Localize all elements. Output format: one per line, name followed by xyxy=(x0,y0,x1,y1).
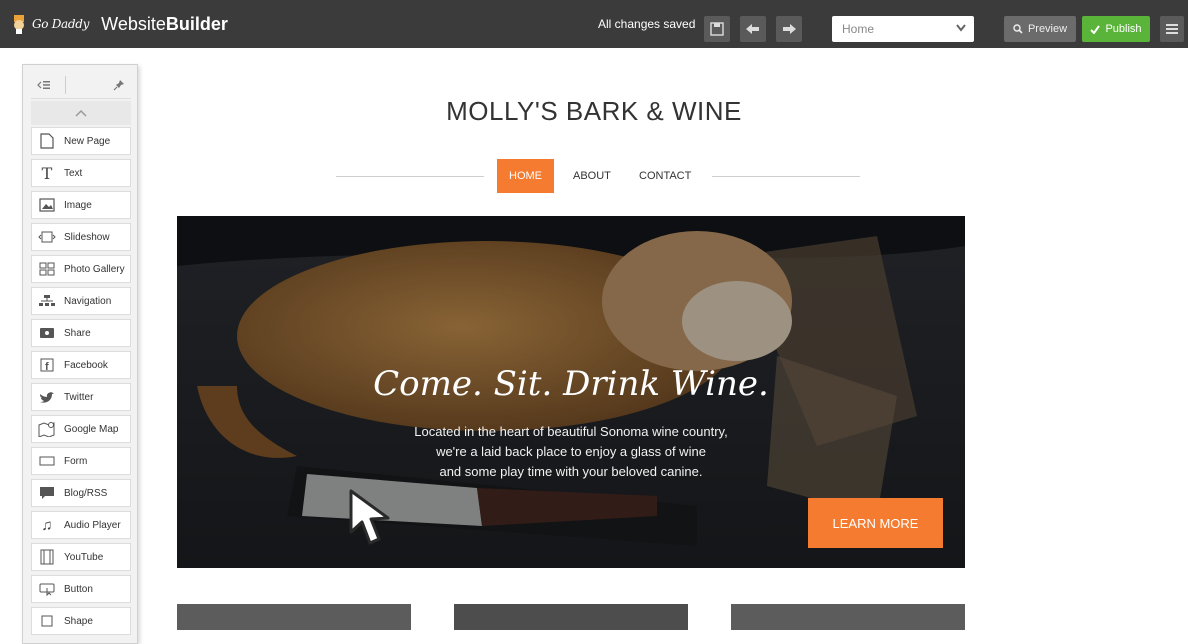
widget-label: Google Map xyxy=(64,423,119,435)
menu-button[interactable] xyxy=(1160,16,1184,42)
image-icon xyxy=(38,197,56,213)
widget-label: Navigation xyxy=(64,295,112,307)
slideshow-icon xyxy=(38,229,56,245)
widget-label: New Page xyxy=(64,135,111,147)
widget-label: Shape xyxy=(64,615,93,627)
publish-button[interactable]: Publish xyxy=(1082,16,1150,42)
page-selector[interactable]: Home xyxy=(832,16,974,42)
product-name-bold: Builder xyxy=(165,13,228,34)
save-status: All changes saved xyxy=(598,17,696,31)
widget-label: YouTube xyxy=(64,551,104,563)
widget-label: Blog/RSS xyxy=(64,487,108,499)
nav-home[interactable]: HOME xyxy=(497,159,554,193)
form-icon xyxy=(38,453,56,469)
hero-banner[interactable]: Come. Sit. Drink Wine. Located in the he… xyxy=(177,216,965,568)
hero-line-1: Located in the heart of beautiful Sonoma… xyxy=(414,424,728,439)
redo-button[interactable] xyxy=(776,16,802,42)
widget-facebook[interactable]: f Facebook xyxy=(31,351,131,379)
nav-contact[interactable]: CONTACT xyxy=(639,170,691,182)
shape-icon xyxy=(38,613,56,629)
new-page-icon xyxy=(38,133,56,149)
widget-label: Button xyxy=(64,583,93,595)
nav-rule-right xyxy=(712,176,860,177)
widget-youtube[interactable]: YouTube xyxy=(31,543,131,571)
widget-label: Photo Gallery xyxy=(64,263,125,275)
panel-header xyxy=(31,71,131,99)
hero-line-2: we're a laid back place to enjoy a glass… xyxy=(436,444,706,459)
godaddy-wordmark: Go Daddy xyxy=(32,17,90,31)
publish-label: Publish xyxy=(1105,23,1142,35)
chevron-down-icon xyxy=(956,24,966,32)
widget-label: Audio Player xyxy=(64,519,121,531)
hamburger-icon xyxy=(1166,24,1178,34)
widget-twitter[interactable]: Twitter xyxy=(31,383,131,411)
widget-label: Image xyxy=(64,199,92,211)
button-icon xyxy=(38,581,56,597)
panel-divider xyxy=(65,75,66,94)
blog-icon xyxy=(38,485,56,501)
widget-image[interactable]: Image xyxy=(31,191,131,219)
photo-gallery-icon xyxy=(38,261,56,277)
preview-button[interactable]: Preview xyxy=(1004,16,1076,42)
checkmark-icon xyxy=(1090,24,1101,34)
content-thumbnail-2[interactable] xyxy=(454,604,688,630)
nav-about[interactable]: ABOUT xyxy=(573,170,611,182)
godaddy-logo[interactable]: Go Daddy WebsiteBuilder xyxy=(10,12,228,36)
widget-button[interactable]: Button xyxy=(31,575,131,603)
hero-description[interactable]: Located in the heart of beautiful Sonoma… xyxy=(177,422,965,482)
widget-navigation[interactable]: Navigation xyxy=(31,287,131,315)
widget-new-page[interactable]: New Page xyxy=(31,127,131,155)
widget-blog-rss[interactable]: Blog/RSS xyxy=(31,479,131,507)
editor-toolbar: Go Daddy WebsiteBuilder All changes save… xyxy=(0,0,1188,48)
save-button[interactable] xyxy=(704,16,730,42)
svg-text:f: f xyxy=(45,361,49,372)
audio-icon: ♫ xyxy=(41,516,53,534)
collapse-panel-icon[interactable] xyxy=(37,79,51,91)
widget-label: Facebook xyxy=(64,359,108,371)
widget-shape[interactable]: Shape xyxy=(31,607,131,635)
undo-button[interactable] xyxy=(740,16,766,42)
pin-icon[interactable] xyxy=(113,79,125,91)
widget-label: Text xyxy=(64,167,83,179)
product-name-light: Website xyxy=(101,13,166,34)
nav-rule-left xyxy=(336,176,484,177)
learn-more-button[interactable]: LEARN MORE xyxy=(808,498,943,548)
save-icon xyxy=(710,22,724,36)
share-icon xyxy=(38,325,56,341)
widget-share[interactable]: Share xyxy=(31,319,131,347)
hero-tagline[interactable]: Come. Sit. Drink Wine. xyxy=(177,364,965,404)
widget-label: Slideshow xyxy=(64,231,110,243)
widget-label: Form xyxy=(64,455,88,467)
content-thumbnail-1[interactable] xyxy=(177,604,411,630)
text-icon: T xyxy=(41,163,53,183)
facebook-icon: f xyxy=(38,357,56,373)
widget-google-map[interactable]: Google Map xyxy=(31,415,131,443)
product-name: WebsiteBuilder xyxy=(101,14,228,35)
godaddy-mascot-icon xyxy=(14,15,24,34)
widget-slideshow[interactable]: Slideshow xyxy=(31,223,131,251)
site-title[interactable]: MOLLY'S BARK & WINE xyxy=(0,96,1188,127)
preview-label: Preview xyxy=(1027,23,1068,35)
search-icon xyxy=(1013,24,1023,34)
undo-icon xyxy=(746,24,759,34)
content-thumbnail-3[interactable] xyxy=(731,604,965,630)
widget-text[interactable]: T Text xyxy=(31,159,131,187)
hero-line-3: and some play time with your beloved can… xyxy=(439,464,703,479)
mouse-cursor-icon xyxy=(349,489,390,545)
map-icon xyxy=(38,421,56,437)
youtube-icon xyxy=(38,549,56,565)
twitter-icon xyxy=(38,389,56,405)
page-selector-value: Home xyxy=(842,22,875,36)
widget-audio-player[interactable]: ♫ Audio Player xyxy=(31,511,131,539)
widget-panel: New Page T Text Image Slideshow Photo Ga… xyxy=(22,64,138,644)
widget-label: Twitter xyxy=(64,391,94,403)
widget-label: Share xyxy=(64,327,91,339)
navigation-icon xyxy=(38,293,56,309)
redo-icon xyxy=(783,24,796,34)
widget-photo-gallery[interactable]: Photo Gallery xyxy=(31,255,131,283)
widget-form[interactable]: Form xyxy=(31,447,131,475)
